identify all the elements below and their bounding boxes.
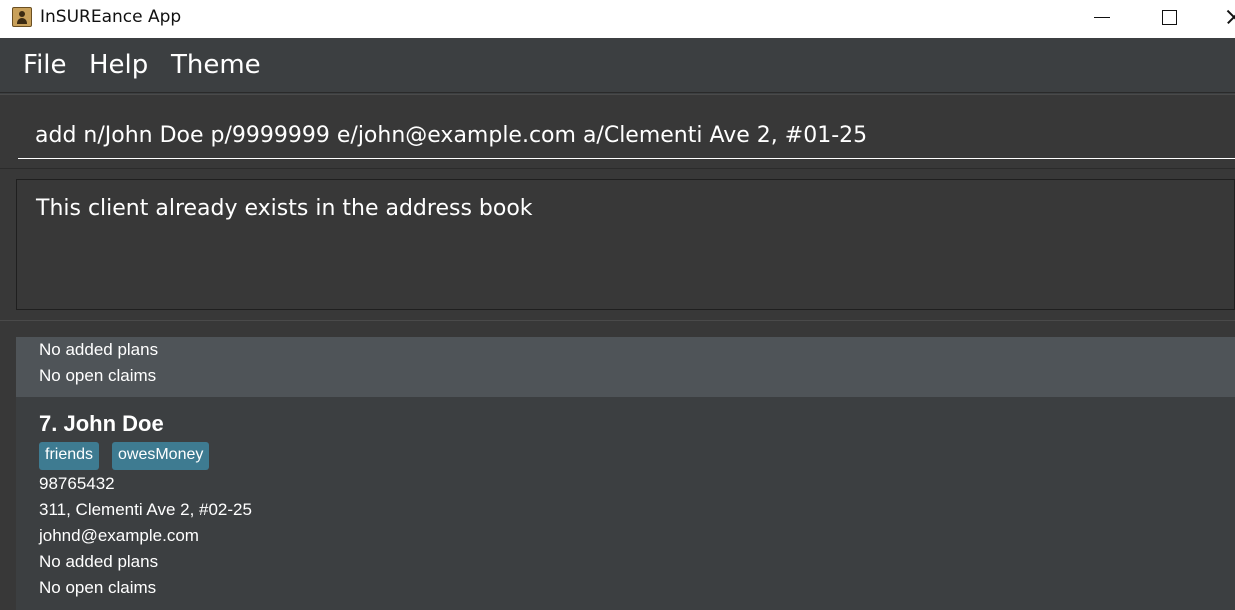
person-address: 311, Clementi Ave 2, #02-25 [39,500,252,519]
address-book-icon [12,7,32,27]
minimize-icon[interactable] [1079,0,1125,38]
result-message: This client already exists in the addres… [36,196,533,221]
person-claims: No open claims [39,366,157,385]
person-plans: No added plans [39,552,159,571]
person-email: johnd@example.com [39,526,199,545]
command-input[interactable] [18,113,1235,159]
result-display: This client already exists in the addres… [16,179,1235,310]
menu-help[interactable]: Help [89,50,148,80]
result-display-panel: This client already exists in the addres… [0,168,1235,320]
menu-file[interactable]: File [23,50,67,80]
person-claims: No open claims [39,578,157,597]
person-name: 7. John Doe [39,411,164,436]
window-title: InSUREance App [40,7,182,27]
person-card[interactable]: 7. John Doe friends owesMoney 98765432 3… [16,397,1235,610]
tag-owes-money: owesMoney [112,442,210,470]
person-phone: 98765432 [39,474,115,493]
command-box-panel [0,94,1235,168]
person-list[interactable]: No added plans No open claims 7. John Do… [0,320,1235,610]
close-icon[interactable] [1215,0,1235,38]
person-plans: No added plans [39,340,159,359]
tag-friends: friends [39,442,100,470]
menu-bar: File Help Theme [0,38,1235,93]
person-card-previous[interactable]: No added plans No open claims [16,337,1235,397]
maximize-icon[interactable] [1146,0,1192,38]
menu-theme[interactable]: Theme [171,50,261,80]
title-bar: InSUREance App [0,0,1235,38]
